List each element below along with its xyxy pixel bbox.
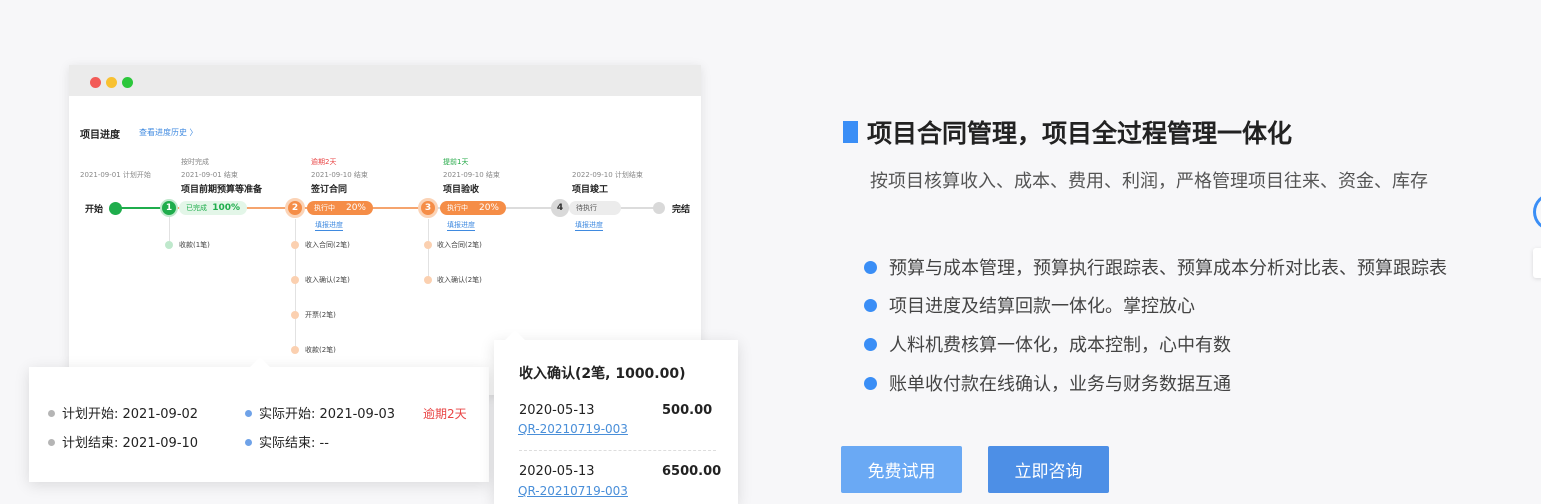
income-row-2-amount: 6500.00 xyxy=(662,464,722,479)
plan-end-text: 计划结束: 2021-09-10 xyxy=(62,436,199,451)
feature-item-1: 预算与成本管理，预算执行跟踪表、预算成本分析对比表、预算跟踪表 xyxy=(864,254,1447,280)
stage4-node[interactable]: 4 xyxy=(551,199,569,217)
feature-item-1-text: 预算与成本管理，预算执行跟踪表、预算成本分析对比表、预算跟踪表 xyxy=(889,258,1447,279)
stage1-sub-item[interactable]: 收款(1笔) xyxy=(179,240,210,250)
income-row-divider xyxy=(519,450,716,451)
stage3-status-pill: 执行中 20% xyxy=(440,201,506,215)
heading-accent-bar xyxy=(843,121,858,143)
stage2-branch-line xyxy=(295,219,296,349)
stage2-node[interactable]: 2 xyxy=(285,198,305,218)
progress-title: 项目进度 xyxy=(80,130,120,141)
feature-item-4: 账单收付款在线确认，业务与财务数据互通 xyxy=(864,370,1231,396)
stage3-date-note: 2021-09-10 结束 xyxy=(443,171,500,179)
plan-start-dot-icon xyxy=(48,410,55,417)
plan-start-text: 计划开始: 2021-09-02 xyxy=(62,407,199,422)
stage2-status-note: 逾期2天 xyxy=(311,158,337,166)
actual-start-row: 实际开始: 2021-09-03 xyxy=(245,403,395,422)
stage4-name: 项目竣工 xyxy=(572,185,609,195)
feature-item-4-text: 账单收付款在线确认，业务与财务数据互通 xyxy=(889,374,1231,395)
close-window-dot-icon[interactable] xyxy=(90,77,101,88)
stage3-fill-progress-link[interactable]: 填报进度 xyxy=(447,220,475,231)
plan-end-row: 计划结束: 2021-09-10 xyxy=(48,432,198,451)
stage1-sub-dot xyxy=(165,241,173,249)
stage4-fill-progress-link[interactable]: 填报进度 xyxy=(575,220,603,231)
actual-end-dot-icon xyxy=(245,439,252,446)
stage2-sub-item-3[interactable]: 开票(2笔) xyxy=(305,310,336,320)
stage3-name: 项目验收 xyxy=(443,185,480,195)
timeline-start-node xyxy=(109,202,122,215)
stage2-name: 签订合同 xyxy=(311,185,348,195)
maximize-window-dot-icon[interactable] xyxy=(122,77,133,88)
actual-end-row: 实际结束: -- xyxy=(245,432,329,451)
feature-bullet-icon xyxy=(864,337,877,351)
free-trial-button[interactable]: 免费试用 xyxy=(841,446,962,493)
stage2-sub-dot-2 xyxy=(291,276,299,284)
stage3-status-note: 提前1天 xyxy=(443,158,469,166)
overdue-badge: 逾期2天 xyxy=(423,407,467,421)
stage2-fill-progress-link[interactable]: 填报进度 xyxy=(315,220,343,231)
schedule-popover: 计划开始: 2021-09-02 计划结束: 2021-09-10 实际开始: … xyxy=(29,357,489,482)
stage2-pill-label: 执行中 xyxy=(314,204,335,212)
feature-item-3-text: 人料机费核算一体化，成本控制，心中有数 xyxy=(889,335,1231,356)
stage2-sub-item-1[interactable]: 收入合同(2笔) xyxy=(305,240,350,250)
feature-item-3: 人料机费核算一体化，成本控制，心中有数 xyxy=(864,331,1231,357)
stage2-sub-dot-3 xyxy=(291,311,299,319)
income-confirm-popover: 收入确认(2笔, 1000.00) 2020-05-13 500.00 QR-2… xyxy=(494,330,738,504)
stage2-pill-pct: 20% xyxy=(345,203,366,213)
plan-start-row: 计划开始: 2021-09-02 xyxy=(48,403,198,422)
stage2-sub-item-4[interactable]: 收款(2笔) xyxy=(305,345,336,355)
income-confirm-title: 收入确认(2笔, 1000.00) xyxy=(519,366,686,382)
stage3-sub-item-1[interactable]: 收入合同(2笔) xyxy=(437,240,482,250)
stage1-status-note: 按时完成 xyxy=(181,158,209,166)
feature-bullet-icon xyxy=(864,298,877,312)
stage1-node[interactable]: 1 xyxy=(160,199,178,217)
income-row-2-date: 2020-05-13 xyxy=(519,464,595,479)
stage1-status-pill: 已完成 100% xyxy=(179,201,247,215)
stage3-pill-label: 执行中 xyxy=(447,204,468,212)
stage4-status-pill: 待执行 xyxy=(569,201,621,215)
stage2-sub-dot-1 xyxy=(291,241,299,249)
stage1-pill-label: 已完成 xyxy=(186,204,207,212)
feature-item-2: 项目进度及结算回款一体化。掌控放心 xyxy=(864,292,1195,318)
stage4-date-note: 2022-09-10 计划结束 xyxy=(572,171,643,179)
stage2-status-pill: 执行中 20% xyxy=(307,201,373,215)
timeline-end-label: 完结 xyxy=(672,205,691,215)
consult-now-button[interactable]: 立即咨询 xyxy=(988,446,1109,493)
stage3-node[interactable]: 3 xyxy=(418,198,438,218)
stage4-pill-label: 待执行 xyxy=(576,204,597,212)
progress-history-link[interactable]: 查看进度历史 〉 xyxy=(139,127,198,138)
section-heading: 项目合同管理，项目全过程管理一体化 xyxy=(867,119,1293,148)
stage1-pill-pct: 100% xyxy=(212,203,240,213)
stage1-name: 项目前期预算等准备 xyxy=(181,185,263,195)
plan-end-dot-icon xyxy=(48,439,55,446)
feature-bullet-icon xyxy=(864,260,877,274)
income-row-1-amount: 500.00 xyxy=(662,403,713,418)
minimize-window-dot-icon[interactable] xyxy=(106,77,117,88)
actual-start-dot-icon xyxy=(245,410,252,417)
stage3-sub-item-2[interactable]: 收入确认(2笔) xyxy=(437,275,482,285)
actual-start-text: 实际开始: 2021-09-03 xyxy=(259,407,396,422)
stage3-branch-line xyxy=(428,219,429,279)
floating-side-tab[interactable] xyxy=(1533,248,1541,278)
stage3-sub-dot-1 xyxy=(424,241,432,249)
timeline-end-node xyxy=(653,202,665,214)
plan-start-note: 2021-09-01 计划开始 xyxy=(80,171,151,179)
window-titlebar xyxy=(69,65,701,96)
stage2-date-note: 2021-09-10 结束 xyxy=(311,171,368,179)
income-row-1-code-link[interactable]: QR-20210719-003 xyxy=(518,422,628,436)
timeline-start-label: 开始 xyxy=(85,205,104,215)
stage3-sub-dot-2 xyxy=(424,276,432,284)
feature-bullet-icon xyxy=(864,376,877,390)
feature-item-2-text: 项目进度及结算回款一体化。掌控放心 xyxy=(889,296,1195,317)
floating-service-icon[interactable] xyxy=(1533,193,1541,231)
actual-end-text: 实际结束: -- xyxy=(259,436,329,451)
income-row-1-date: 2020-05-13 xyxy=(519,403,595,418)
income-row-2-code-link[interactable]: QR-20210719-003 xyxy=(518,484,628,498)
stage1-date-note: 2021-09-01 结束 xyxy=(181,171,238,179)
stage2-sub-dot-4 xyxy=(291,346,299,354)
stage2-sub-item-2[interactable]: 收入确认(2笔) xyxy=(305,275,350,285)
stage3-pill-pct: 20% xyxy=(478,203,499,213)
section-subheading: 按项目核算收入、成本、费用、利润，严格管理项目往来、资金、库存 xyxy=(870,171,1428,192)
